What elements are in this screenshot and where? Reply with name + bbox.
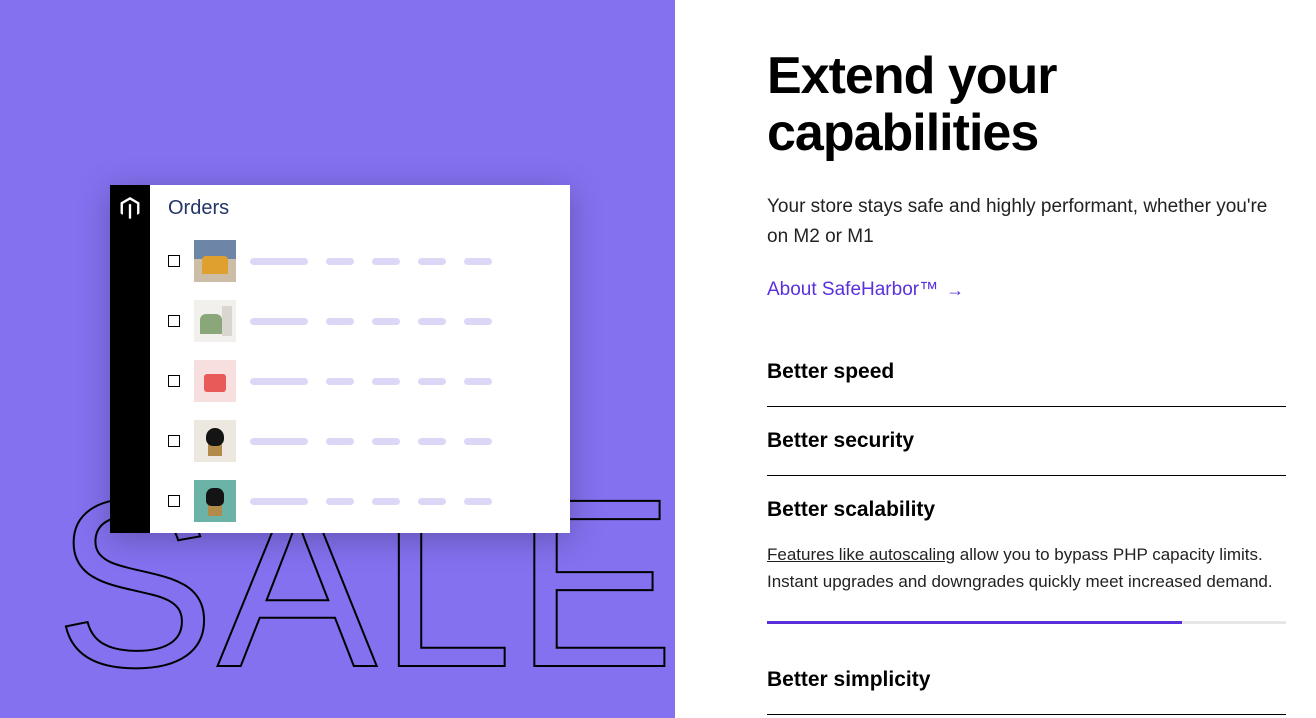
accordion: Better speed Better security Better scal…: [767, 337, 1286, 715]
accordion-body: Features like autoscaling allow you to b…: [767, 542, 1286, 595]
about-safeharbor-link[interactable]: About SafeHarbor™ →: [767, 279, 964, 301]
table-row: [168, 298, 556, 344]
checkbox[interactable]: [168, 255, 180, 267]
accordion-progress-track: [767, 621, 1286, 624]
product-thumbnail: [194, 480, 236, 522]
accordion-title: Better security: [767, 429, 1286, 453]
row-skeleton: [250, 318, 556, 325]
accordion-item-simplicity[interactable]: Better simplicity: [767, 646, 1286, 715]
table-row: [168, 418, 556, 464]
page-headline: Extend your capabilities: [767, 48, 1286, 162]
page-subhead: Your store stays safe and highly perform…: [767, 192, 1286, 251]
product-thumbnail: [194, 240, 236, 282]
accordion-title: Better simplicity: [767, 668, 1286, 692]
checkbox[interactable]: [168, 435, 180, 447]
row-skeleton: [250, 438, 556, 445]
accordion-progress-fill: [767, 621, 1182, 624]
checkbox[interactable]: [168, 495, 180, 507]
table-row: [168, 358, 556, 404]
accordion-item-scalability[interactable]: Better scalability Features like autosca…: [767, 476, 1286, 646]
product-thumbnail: [194, 300, 236, 342]
arrow-right-icon: →: [946, 280, 964, 301]
checkbox[interactable]: [168, 375, 180, 387]
product-thumbnail: [194, 420, 236, 462]
orders-body: Orders: [150, 185, 570, 533]
row-skeleton: [250, 258, 556, 265]
orders-sidebar: [110, 185, 150, 533]
cta-link-label: About SafeHarbor™: [767, 279, 938, 301]
content-panel: Extend your capabilities Your store stay…: [675, 0, 1316, 718]
product-thumbnail: [194, 360, 236, 402]
accordion-item-speed[interactable]: Better speed: [767, 338, 1286, 407]
table-row: [168, 478, 556, 524]
accordion-title: Better speed: [767, 360, 1286, 384]
table-row: [168, 238, 556, 284]
row-skeleton: [250, 498, 556, 505]
accordion-body-link[interactable]: Features like autoscaling: [767, 545, 955, 564]
orders-title: Orders: [168, 197, 556, 220]
magento-logo-icon: [119, 197, 141, 224]
row-skeleton: [250, 378, 556, 385]
hero-illustration-panel: SALE Orders: [0, 0, 675, 718]
orders-window: Orders: [110, 185, 570, 533]
accordion-title: Better scalability: [767, 498, 1286, 522]
accordion-item-security[interactable]: Better security: [767, 407, 1286, 476]
checkbox[interactable]: [168, 315, 180, 327]
